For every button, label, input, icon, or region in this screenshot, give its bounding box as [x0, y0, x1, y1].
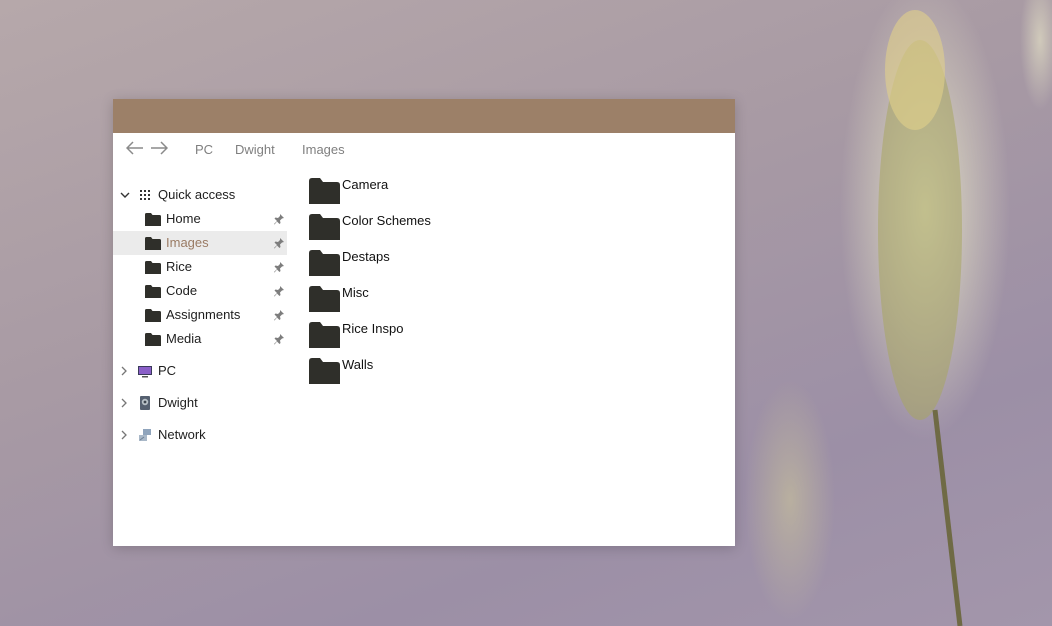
sidebar-item-pc[interactable]: PC — [113, 359, 287, 383]
breadcrumb-images[interactable]: Images — [302, 142, 345, 157]
folder-icon — [309, 286, 340, 312]
folder-icon — [309, 358, 340, 384]
chevron-down-icon[interactable] — [120, 190, 130, 200]
sidebar-item-label: Images — [166, 235, 209, 250]
quick-access-icon — [140, 190, 150, 200]
sidebar-item-home[interactable]: Home — [113, 207, 287, 231]
folder-name: Destaps — [342, 249, 390, 264]
monitor-icon — [138, 366, 152, 378]
back-button[interactable] — [125, 139, 145, 157]
breadcrumb-dwight[interactable]: Dwight — [235, 142, 275, 157]
folder-icon — [145, 333, 161, 346]
sidebar-item-label: Rice — [166, 259, 193, 274]
sidebar-item-assignments[interactable]: Assignments — [113, 303, 287, 327]
folder-item-camera[interactable]: Camera — [303, 169, 503, 204]
folder-icon — [145, 261, 161, 274]
window-titlebar[interactable] — [113, 99, 735, 133]
sidebar-item-rice[interactable]: Rice — [113, 255, 287, 279]
folder-icon — [145, 309, 161, 322]
folder-name: Color Schemes — [342, 213, 431, 228]
sidebar-item-label: Dwight — [158, 395, 198, 410]
folder-item-destaps[interactable]: Destaps — [303, 241, 503, 276]
folder-icon — [309, 214, 340, 240]
folder-icon — [145, 285, 161, 298]
folder-icon — [309, 322, 340, 348]
folder-item-rice-inspo[interactable]: Rice Inspo — [303, 313, 503, 348]
quick-access-label: Quick access — [158, 187, 236, 202]
folder-name: Rice Inspo — [342, 321, 404, 336]
folder-icon — [309, 178, 340, 204]
quick-access-header[interactable]: Quick access — [113, 183, 287, 207]
pin-icon[interactable] — [273, 237, 285, 249]
sidebar-item-media[interactable]: Media — [113, 327, 287, 351]
sidebar-item-code[interactable]: Code — [113, 279, 287, 303]
folder-name: Walls — [342, 357, 374, 372]
folder-icon — [145, 213, 161, 226]
sidebar-item-images[interactable]: Images — [113, 231, 287, 255]
pin-icon[interactable] — [273, 309, 285, 321]
folder-item-color-schemes[interactable]: Color Schemes — [303, 205, 503, 240]
sidebar-item-label: Home — [166, 211, 201, 226]
chevron-right-icon[interactable] — [120, 398, 128, 408]
folder-icon — [145, 237, 161, 250]
pin-icon[interactable] — [273, 333, 285, 345]
sidebar-item-label: Code — [166, 283, 198, 298]
file-explorer-window: PC Dwight Images Quick access Home Image… — [113, 99, 735, 546]
sidebar-item-label: Media — [166, 331, 202, 346]
sidebar-item-network[interactable]: Network — [113, 423, 287, 447]
pin-icon[interactable] — [273, 213, 285, 225]
chevron-right-icon[interactable] — [120, 366, 128, 376]
arrow-left-icon — [126, 141, 143, 155]
sidebar-item-label: Network — [158, 427, 206, 442]
sidebar-item-label: PC — [158, 363, 177, 378]
folder-item-misc[interactable]: Misc — [303, 277, 503, 312]
sidebar-item-dwight[interactable]: Dwight — [113, 391, 287, 415]
arrow-right-icon — [151, 141, 168, 155]
network-icon — [139, 429, 151, 441]
folder-icon — [309, 250, 340, 276]
pin-icon[interactable] — [273, 261, 285, 273]
sidebar-item-label: Assignments — [166, 307, 241, 322]
folder-name: Camera — [342, 177, 389, 192]
navigation-bar: PC Dwight Images — [113, 133, 735, 163]
forward-button[interactable] — [149, 139, 169, 157]
breadcrumb-pc[interactable]: PC — [195, 142, 213, 157]
chevron-right-icon[interactable] — [120, 430, 128, 440]
user-drive-icon — [140, 396, 150, 410]
pin-icon[interactable] — [273, 285, 285, 297]
folder-name: Misc — [342, 285, 369, 300]
folder-item-walls[interactable]: Walls — [303, 349, 503, 384]
